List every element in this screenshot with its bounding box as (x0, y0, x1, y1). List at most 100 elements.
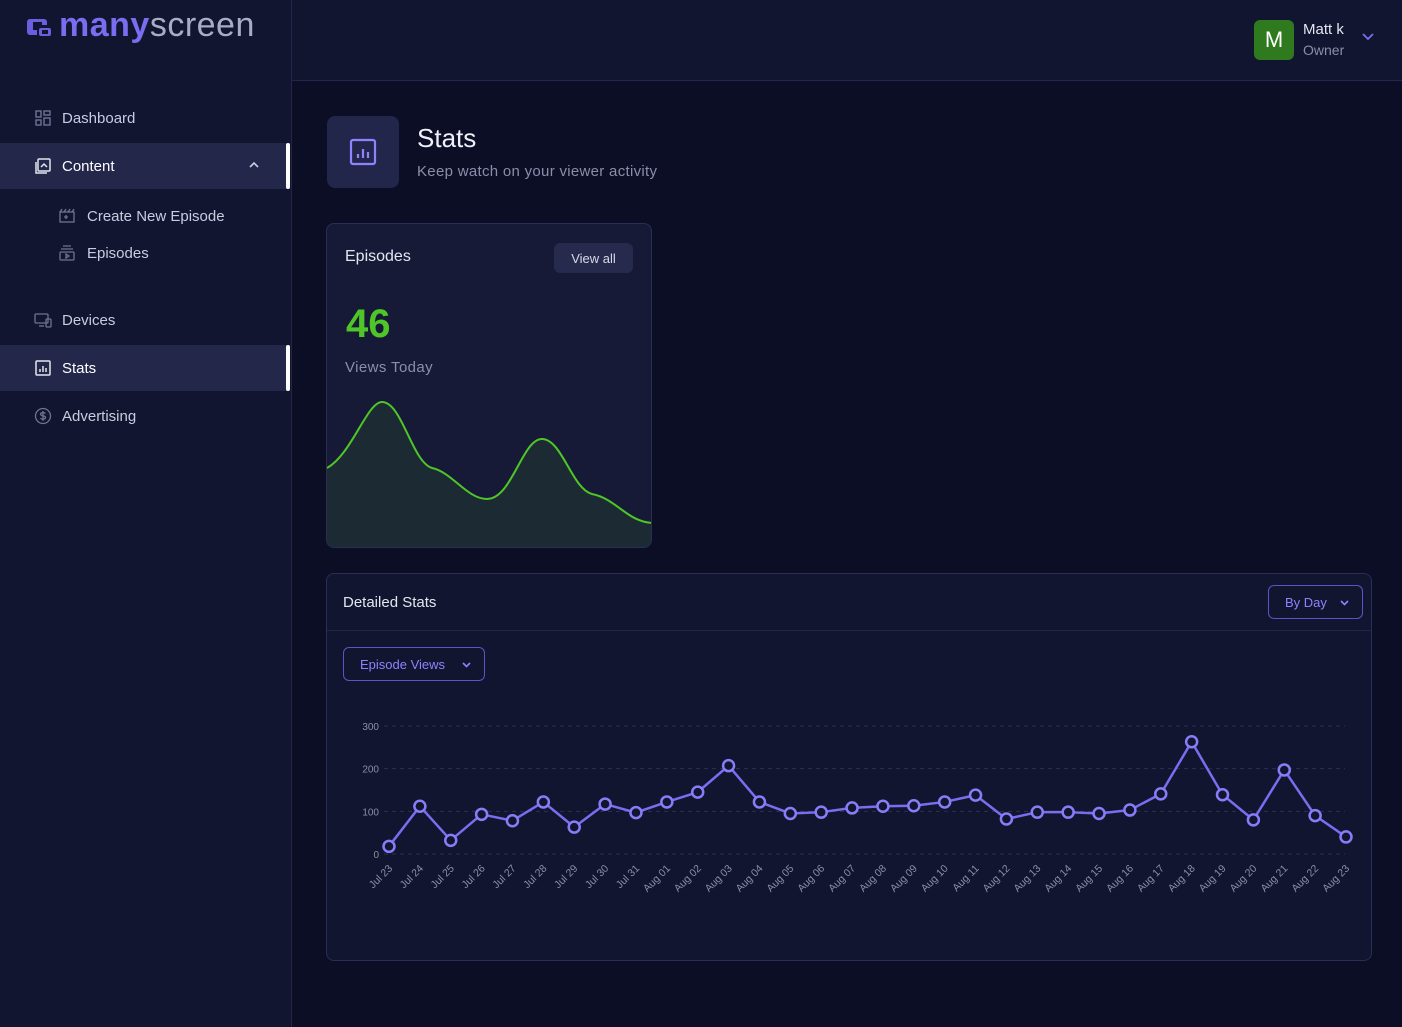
x-tick-label: Aug 15 (1073, 863, 1105, 895)
data-point (999, 812, 1014, 826)
chevron-down-icon (462, 662, 471, 668)
data-point (937, 795, 952, 809)
episodes-card: Episodes View all 46 Views Today (326, 223, 652, 548)
detailed-stats-title: Detailed Stats (343, 594, 437, 611)
logo-mark-icon (27, 19, 51, 36)
data-point (814, 805, 828, 819)
views-today-label: Views Today (345, 359, 434, 376)
data-point (1215, 787, 1230, 802)
data-point (1092, 806, 1106, 821)
sidebar-subitem-label: Episodes (87, 244, 149, 262)
sidebar-item-advertising[interactable]: Advertising (0, 393, 290, 439)
x-tick-label: Aug 13 (1011, 863, 1043, 895)
sidebar: many screen Dashboard Content Create New… (0, 0, 292, 1027)
chevron-down-icon (1340, 600, 1349, 606)
episodes-card-title: Episodes (345, 248, 411, 265)
x-tick-label: Aug 05 (764, 863, 796, 895)
y-tick-label: 200 (362, 765, 379, 776)
x-tick-label: Jul 29 (552, 863, 580, 891)
detailed-stats-header: Detailed Stats By Day (327, 574, 1371, 631)
data-point (1184, 735, 1199, 749)
x-tick-label: Aug 22 (1289, 863, 1321, 895)
sidebar-item-content[interactable]: Content (0, 143, 290, 189)
clapper-icon (58, 207, 76, 225)
data-point (1030, 805, 1045, 819)
x-tick-label: Aug 10 (919, 863, 951, 895)
data-point (1308, 808, 1322, 823)
data-point (721, 758, 736, 773)
x-tick-label: Aug 12 (981, 863, 1013, 895)
x-tick-label: Aug 07 (826, 863, 858, 895)
view-all-button[interactable]: View all (554, 243, 633, 273)
data-point (907, 799, 921, 813)
devices-icon (34, 311, 52, 329)
x-tick-label: Jul 25 (429, 863, 457, 891)
sidebar-item-stats[interactable]: Stats (0, 345, 290, 391)
page-stats-icon (327, 116, 399, 188)
x-tick-label: Aug 20 (1227, 863, 1259, 895)
data-point (413, 799, 427, 813)
page-title: Stats (417, 123, 477, 153)
x-tick-label: Aug 04 (734, 863, 766, 895)
episodes-icon (58, 244, 76, 262)
chevron-up-icon[interactable] (248, 159, 260, 171)
data-point (1339, 830, 1353, 844)
period-select[interactable]: By Day (1268, 585, 1363, 619)
chevron-down-icon[interactable] (1361, 29, 1375, 43)
x-tick-label: Aug 14 (1042, 863, 1074, 895)
sidebar-subitem-episodes[interactable]: Episodes (58, 239, 149, 267)
data-point (1154, 787, 1168, 801)
sidebar-item-label: Content (62, 157, 115, 175)
user-role: Owner (1303, 42, 1345, 58)
sidebar-item-devices[interactable]: Devices (0, 297, 290, 343)
brand-logo[interactable]: many screen (27, 8, 255, 42)
x-tick-label: Jul 24 (398, 863, 426, 891)
data-point (876, 799, 890, 813)
data-point (660, 795, 674, 809)
sidebar-subitem-label: Create New Episode (87, 207, 225, 225)
x-tick-label: Aug 06 (795, 863, 827, 895)
metric-select[interactable]: Episode Views (343, 647, 485, 681)
data-point (443, 833, 458, 848)
x-tick-label: Aug 03 (703, 863, 735, 895)
x-tick-label: Aug 01 (641, 863, 673, 895)
data-point (1123, 803, 1137, 817)
x-tick-label: Aug 19 (1197, 863, 1229, 895)
avatar[interactable]: M (1254, 20, 1294, 60)
user-name[interactable]: Matt k (1303, 21, 1344, 38)
x-tick-label: Aug 17 (1135, 863, 1167, 895)
sidebar-item-label: Stats (62, 359, 97, 377)
brand-name-light: screen (149, 6, 255, 44)
sidebar-item-label: Dashboard (62, 109, 136, 127)
x-tick-label: Jul 30 (583, 863, 611, 891)
data-point (598, 797, 612, 811)
x-tick-label: Aug 11 (950, 863, 982, 895)
views-today-value: 46 (346, 302, 391, 346)
sidebar-item-label: Advertising (62, 407, 137, 425)
data-point (1061, 805, 1075, 819)
period-select-label: By Day (1285, 594, 1327, 610)
x-tick-label: Aug 09 (888, 863, 920, 895)
x-tick-label: Aug 23 (1320, 863, 1352, 895)
y-tick-label: 300 (362, 722, 379, 733)
sparkline-area (327, 402, 651, 547)
content-icon (34, 157, 52, 175)
y-tick-label: 100 (362, 807, 379, 818)
detailed-stats-card: Detailed Stats By Day Episode Views 0 100… (326, 573, 1372, 961)
page-subtitle: Keep watch on your viewer activity (417, 163, 658, 180)
brand-name-bold: many (59, 6, 150, 44)
data-point (690, 785, 705, 799)
data-point (536, 795, 551, 809)
episode-views-chart: 0 100 200 300 Jul 23 Jul 24 Jul 25 Jul 26 Jul 27… (362, 722, 1353, 895)
y-tick-label: 0 (373, 850, 379, 861)
dashboard-icon (34, 109, 52, 127)
x-tick-label: Aug 21 (1258, 863, 1290, 895)
data-point (845, 801, 859, 815)
dollar-icon (34, 407, 52, 425)
x-tick-label: Aug 08 (857, 863, 889, 895)
sidebar-subitem-create-episode[interactable]: Create New Episode (58, 202, 225, 230)
data-point (474, 807, 489, 822)
sidebar-item-dashboard[interactable]: Dashboard (0, 95, 290, 141)
metric-select-label: Episode Views (360, 656, 446, 672)
x-tick-label: Jul 27 (490, 863, 518, 891)
